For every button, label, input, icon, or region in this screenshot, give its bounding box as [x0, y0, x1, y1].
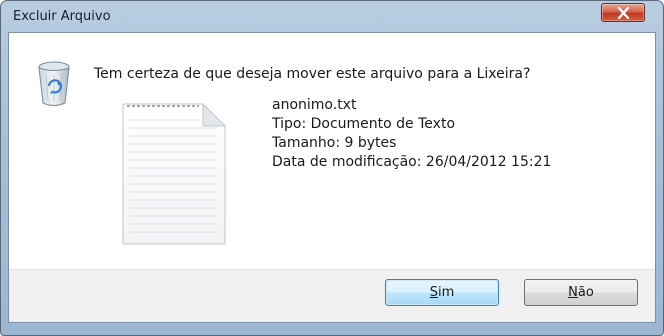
title-bar[interactable]: Excluir Arquivo [1, 1, 663, 33]
close-icon [617, 7, 630, 19]
dialog-content: Tem certeza de que deseja mover este arq… [8, 32, 656, 323]
yes-button[interactable]: Sim [385, 279, 499, 306]
window-title: Excluir Arquivo [13, 9, 111, 24]
no-label-rest: ão [577, 285, 594, 300]
delete-file-dialog: Excluir Arquivo Tem certeza de que desej… [0, 0, 664, 336]
yes-mnemonic: S [429, 285, 438, 300]
file-name: anonimo.txt [272, 97, 357, 113]
recycle-bin-icon [38, 61, 70, 106]
confirmation-question: Tem certeza de que deseja mover este arq… [94, 66, 531, 82]
file-type: Tipo: Documento de Texto [272, 116, 456, 132]
yes-label-rest: im [437, 285, 455, 300]
file-details: anonimo.txt Tipo: Documento de Texto Tam… [272, 96, 551, 172]
text-document-icon [122, 102, 227, 245]
no-mnemonic: N [568, 285, 578, 300]
file-modified-date: Data de modificação: 26/04/2012 15:21 [272, 154, 552, 170]
no-button[interactable]: Não [524, 279, 638, 306]
close-button[interactable] [601, 3, 645, 22]
file-size: Tamanho: 9 bytes [272, 135, 397, 151]
